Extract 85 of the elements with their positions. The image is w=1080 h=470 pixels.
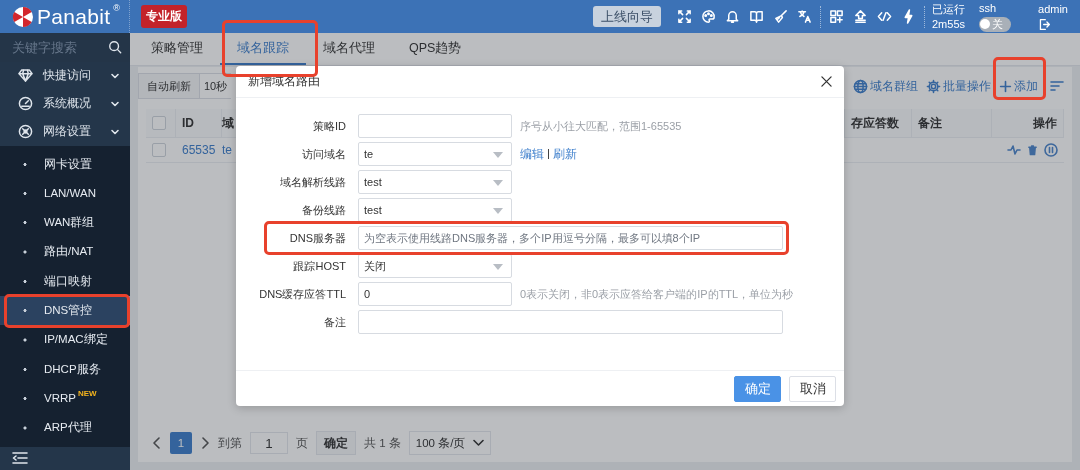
- gear-icon: [926, 78, 941, 94]
- fullscreen-icon[interactable]: [677, 9, 692, 24]
- uptime-value: 2m55s: [932, 18, 966, 30]
- page-unit: 页: [296, 435, 308, 451]
- diamond-icon: [18, 68, 33, 84]
- gauge-icon: [18, 96, 33, 112]
- total-count: 共 1 条: [364, 435, 401, 451]
- tab[interactable]: QPS趋势: [392, 33, 479, 65]
- column-header: ID: [182, 116, 194, 130]
- registered-mark: ®: [113, 3, 120, 13]
- dropdown-caret-icon: [493, 208, 503, 214]
- search-input[interactable]: 关键字搜索: [12, 39, 104, 55]
- field-label: DNS服务器: [288, 230, 347, 246]
- pulse-icon[interactable]: [1007, 144, 1021, 156]
- next-page-icon[interactable]: [200, 437, 210, 449]
- broom-icon[interactable]: [773, 9, 788, 24]
- menu-group[interactable]: 网络设置: [0, 117, 130, 146]
- link[interactable]: 刷新: [553, 146, 577, 162]
- search-icon[interactable]: [108, 40, 122, 55]
- input-field[interactable]: 为空表示使用线路DNS服务器，多个IP用逗号分隔，最多可以填8个IP: [358, 226, 783, 250]
- previous-page-icon[interactable]: [152, 437, 162, 449]
- username: admin: [1038, 2, 1068, 15]
- chevron-down-icon: [473, 439, 485, 447]
- trash-icon[interactable]: [1027, 144, 1038, 156]
- apps-icon[interactable]: [829, 9, 844, 24]
- auto-refresh-button[interactable]: 自动刷新: [138, 73, 200, 99]
- column-header: 备注: [918, 114, 942, 132]
- pause-icon[interactable]: [1044, 143, 1058, 157]
- input-field[interactable]: [358, 310, 783, 334]
- select-field[interactable]: test: [358, 170, 512, 194]
- search-field[interactable]: 关键字搜索: [0, 33, 130, 62]
- link[interactable]: 编辑: [520, 146, 544, 162]
- dropdown-caret-icon: [493, 180, 503, 186]
- book-icon[interactable]: [749, 9, 764, 24]
- input-field[interactable]: [358, 114, 512, 138]
- hint-text: 0表示关闭，非0表示应答给客户端的IP的TTL，单位为秒: [520, 286, 794, 302]
- collapse-menu-icon[interactable]: [12, 451, 28, 466]
- column-header: 操作: [1033, 114, 1057, 132]
- page-input[interactable]: 1: [250, 432, 288, 454]
- select-field[interactable]: 关闭: [358, 254, 512, 278]
- network-icon: [18, 124, 33, 140]
- select-field[interactable]: test: [358, 198, 512, 222]
- checkbox[interactable]: [152, 143, 166, 157]
- interval-select[interactable]: 10秒: [200, 73, 232, 99]
- setup-wizard-button[interactable]: 上线向导: [593, 6, 661, 27]
- tab[interactable]: 域名代理: [306, 33, 392, 65]
- table-cell: te: [222, 143, 232, 157]
- tab[interactable]: 策略管理: [134, 33, 220, 65]
- link-separator: |: [547, 146, 550, 161]
- goto-label: 到第: [218, 435, 242, 451]
- input-field[interactable]: 0: [358, 282, 512, 306]
- field-label: 访问域名: [301, 146, 347, 162]
- brand-name: Panabit: [37, 4, 111, 29]
- plus-icon: [999, 79, 1012, 93]
- bell-icon[interactable]: [725, 9, 740, 24]
- column-header: 域: [222, 114, 234, 132]
- dropdown-caret-icon: [493, 264, 503, 270]
- hint-text: 序号从小往大匹配，范围1-65535: [520, 118, 682, 134]
- field-label: 域名解析线路: [279, 174, 347, 190]
- column-header: 存应答数: [851, 114, 899, 132]
- uptime-label: 已运行: [932, 3, 965, 15]
- menu-group[interactable]: 系统概况: [0, 89, 130, 118]
- checkbox[interactable]: [152, 116, 166, 130]
- globe-icon: [853, 78, 868, 94]
- close-icon[interactable]: [821, 76, 832, 87]
- upload-icon[interactable]: [853, 9, 868, 24]
- field-label: 策略ID: [312, 118, 347, 134]
- field-label: DNS缓存应答TTL: [258, 286, 347, 302]
- new-label: NEW: [77, 388, 97, 398]
- pinwheel-logo-icon: [12, 5, 34, 28]
- menu-group[interactable]: 快捷访问: [0, 61, 130, 90]
- code-icon[interactable]: [877, 9, 892, 24]
- go-button[interactable]: 确定: [316, 431, 356, 455]
- translate-icon[interactable]: [797, 9, 812, 24]
- ssh-label: ssh: [979, 1, 997, 14]
- field-label: 备份线路: [301, 202, 347, 218]
- field-label: 跟踪HOST: [292, 258, 347, 274]
- field-label: 备注: [323, 314, 347, 330]
- cancel-button[interactable]: 取消: [789, 375, 836, 402]
- select-field[interactable]: te: [358, 142, 512, 166]
- page-size-select[interactable]: 100 条/页: [408, 431, 492, 455]
- dropdown-caret-icon: [493, 152, 503, 158]
- edition-badge: 专业版: [141, 5, 187, 28]
- logout-icon[interactable]: [1038, 17, 1052, 31]
- palette-icon[interactable]: [701, 9, 716, 24]
